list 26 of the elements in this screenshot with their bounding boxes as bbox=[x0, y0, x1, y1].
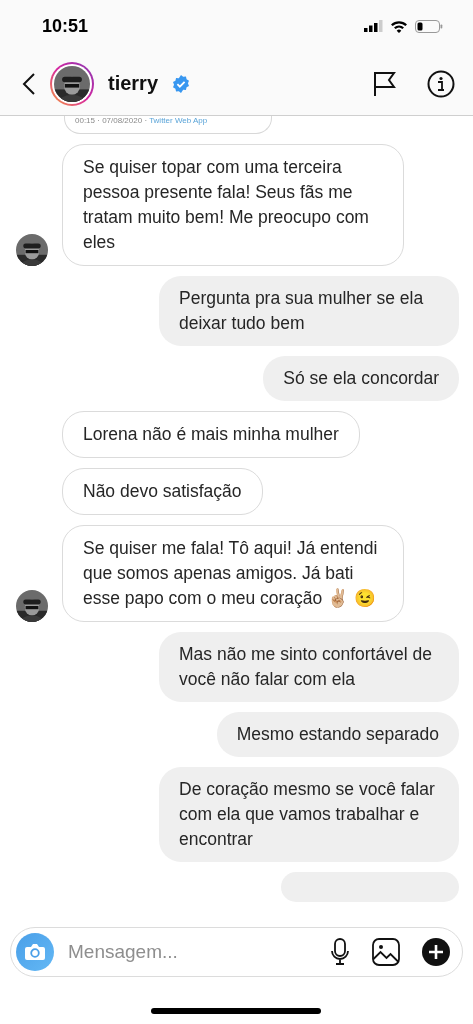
message-bubble: Mas não me sinto confortável de você não falar com ela bbox=[159, 632, 459, 702]
image-icon[interactable] bbox=[372, 938, 400, 966]
message-bubble: Só se ela concordar bbox=[263, 356, 459, 401]
info-icon[interactable] bbox=[427, 69, 455, 98]
camera-button[interactable] bbox=[16, 933, 54, 971]
message-bubble: Lorena não é mais minha mulher bbox=[62, 411, 360, 458]
signal-icon bbox=[364, 20, 383, 32]
message-field[interactable]: Mensagem... bbox=[66, 940, 318, 964]
status-time: 10:51 bbox=[42, 15, 89, 37]
message-bubble: Pergunta pra sua mulher se ela deixar tudo bem bbox=[159, 276, 459, 346]
tweet-card[interactable]: 00:15 · 07/08/2020 · Twitter Web App bbox=[64, 116, 272, 134]
wifi-icon bbox=[390, 19, 408, 33]
microphone-icon[interactable] bbox=[330, 938, 350, 966]
composer-bar[interactable]: Mensagem... bbox=[10, 927, 463, 977]
message-bubble: Mesmo estando separado bbox=[216, 712, 459, 757]
add-icon[interactable] bbox=[422, 938, 450, 966]
back-icon[interactable] bbox=[22, 71, 36, 96]
message-bubble: De coração mesmo se você falar com ela que vamos trabalhar e encontrar bbox=[159, 767, 459, 862]
username[interactable]: tierry bbox=[108, 72, 159, 95]
battery-icon bbox=[415, 19, 443, 33]
camera-icon bbox=[24, 943, 46, 961]
message-bubble: Se quiser me fala! Tô aqui! Já entendi que somos apenas amigos. Já bati esse papo com o meu coração ✌🏼 😉 bbox=[62, 525, 404, 622]
flag-icon[interactable] bbox=[373, 70, 397, 97]
message-bubble: Não devo satisfação bbox=[62, 468, 263, 515]
story-ring-avatar[interactable] bbox=[50, 61, 94, 106]
message-bubble: Se quiser topar com uma terceira pessoa presente fala! Seus fãs me tratam muito bem! Me preocupo com eles bbox=[62, 144, 404, 266]
